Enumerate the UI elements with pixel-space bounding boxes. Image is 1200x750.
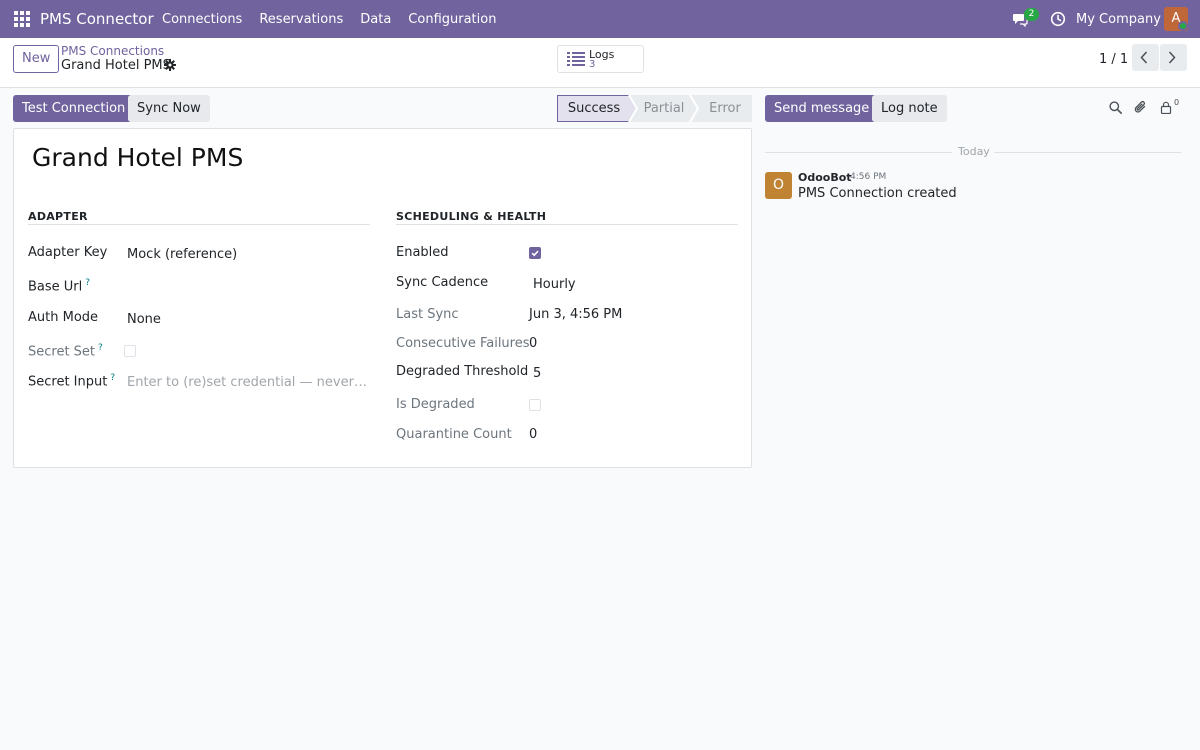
degraded-threshold-field[interactable]: 5 (533, 366, 541, 381)
help-tooltip-icon[interactable]: ? (110, 373, 115, 383)
smart-button-count: 3 (589, 59, 596, 70)
message-body: PMS Connection created (798, 186, 957, 201)
message-time: 4:56 PM (850, 172, 887, 182)
help-tooltip-icon[interactable]: ? (98, 343, 103, 353)
company-switcher[interactable]: My Company (1076, 12, 1161, 27)
top-navbar: PMS Connector Connections Reservations D… (0, 0, 1200, 38)
sync-cadence-field[interactable]: Hourly (533, 277, 576, 292)
is-degraded-checkbox (529, 399, 541, 411)
stage-error[interactable]: Error (698, 95, 752, 122)
search-icon[interactable] (1109, 101, 1122, 114)
help-tooltip-icon[interactable]: ? (85, 278, 90, 288)
chevron-left-icon (1140, 51, 1148, 64)
date-separator-line-left (765, 152, 952, 153)
send-message-button[interactable]: Send message (765, 95, 879, 122)
breadcrumb-current: Grand Hotel PMS (61, 58, 171, 73)
chevron-right-icon (1168, 51, 1176, 64)
secret-set-checkbox (124, 345, 136, 357)
check-icon (531, 250, 539, 257)
quarantine-count-value: 0 (529, 427, 538, 442)
enabled-label: Enabled (396, 245, 449, 260)
adapter-key-label: Adapter Key (28, 245, 108, 260)
clock-icon[interactable] (1050, 11, 1066, 27)
secret-input-label-text: Secret Input (28, 374, 108, 390)
pager-previous-button[interactable] (1132, 44, 1159, 71)
degraded-threshold-label: Degraded Threshold (396, 364, 529, 379)
consecutive-failures-label: Consecutive Failures (396, 336, 530, 351)
menu-item-data[interactable]: Data (360, 12, 391, 27)
control-panel: New PMS Connections Grand Hotel PMS Logs (0, 38, 1200, 88)
record-title[interactable]: Grand Hotel PMS (32, 143, 243, 172)
stage-partial[interactable]: Partial (637, 95, 691, 122)
breadcrumb-parent[interactable]: PMS Connections (61, 44, 164, 58)
base-url-label: Base Url? (28, 278, 90, 294)
test-connection-button[interactable]: Test Connection (13, 95, 135, 122)
secret-input-field[interactable]: Enter to (re)set credential — never disp… (127, 375, 367, 390)
menu-item-reservations[interactable]: Reservations (259, 12, 343, 27)
is-degraded-label: Is Degraded (396, 397, 475, 412)
last-sync-value: Jun 3, 4:56 PM (529, 307, 623, 322)
adapter-key-field[interactable]: Mock (reference) (127, 247, 237, 262)
adapter-group-divider (28, 224, 370, 225)
followers-lock-icon[interactable] (1160, 101, 1172, 114)
sync-now-button[interactable]: Sync Now (128, 95, 210, 122)
last-sync-label: Last Sync (396, 307, 459, 322)
secret-set-label-text: Secret Set (28, 344, 96, 360)
scheduling-group-divider (396, 224, 738, 225)
app-brand[interactable]: PMS Connector (40, 10, 154, 28)
secret-set-label: Secret Set? (28, 343, 103, 359)
message-author[interactable]: OdooBot (798, 171, 852, 184)
stage-success[interactable]: Success (557, 95, 631, 122)
pager-next-button[interactable] (1160, 44, 1187, 71)
new-button[interactable]: New (13, 45, 60, 73)
followers-count: 0 (1174, 98, 1180, 107)
base-url-label-text: Base Url (28, 279, 83, 295)
secret-input-label: Secret Input? (28, 373, 115, 389)
status-bar: Success Partial Error (557, 95, 752, 122)
pager-value[interactable]: 1 / 1 (1099, 52, 1128, 67)
chat-count-badge: 2 (1024, 8, 1039, 21)
menu-item-connections[interactable]: Connections (162, 12, 242, 27)
auth-mode-label: Auth Mode (28, 310, 99, 325)
online-status-dot (1178, 21, 1188, 31)
paperclip-icon[interactable] (1134, 100, 1147, 115)
menu-item-configuration[interactable]: Configuration (408, 12, 496, 27)
log-note-button[interactable]: Log note (872, 95, 947, 122)
gear-icon[interactable] (164, 59, 176, 71)
list-icon (567, 52, 585, 66)
auth-mode-field[interactable]: None (127, 312, 161, 327)
consecutive-failures-value: 0 (529, 336, 538, 351)
apps-grid-icon[interactable] (14, 11, 30, 27)
message-author-avatar[interactable]: O (765, 172, 792, 199)
main-menu: Connections Reservations Data Configurat… (162, 12, 513, 27)
scheduling-group-title: SCHEDULING & HEALTH (396, 210, 547, 223)
base-url-field[interactable] (127, 278, 367, 296)
enabled-checkbox[interactable] (529, 247, 541, 259)
date-separator: Today (958, 145, 990, 158)
adapter-group-title: ADAPTER (28, 210, 88, 223)
quarantine-count-label: Quarantine Count (396, 427, 512, 442)
date-separator-line-right (994, 152, 1181, 153)
form-sheet: Grand Hotel PMS ADAPTER Adapter Key Mock… (13, 128, 752, 468)
logs-smart-button[interactable]: Logs 3 (557, 45, 644, 73)
sync-cadence-label: Sync Cadence (396, 275, 489, 290)
